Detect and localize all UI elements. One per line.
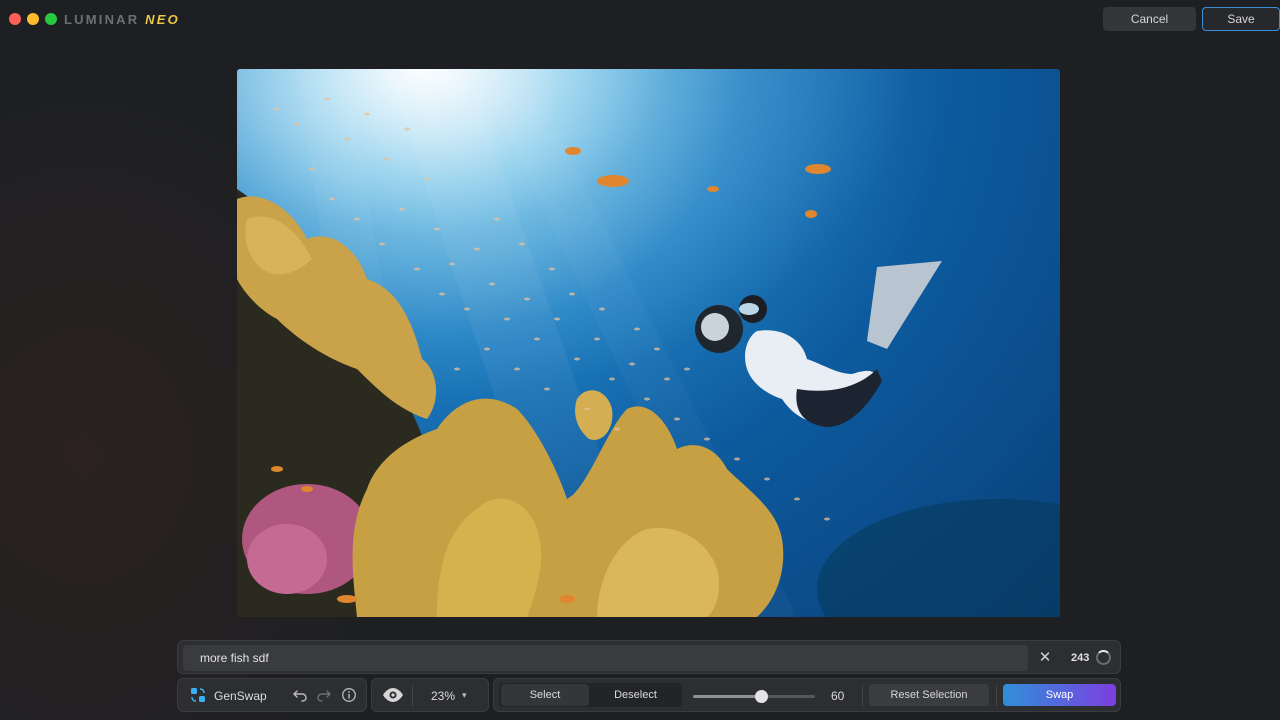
window-zoom-button[interactable] xyxy=(45,13,57,25)
redo-icon[interactable] xyxy=(316,687,332,703)
app-logo: LUMINAR NEO xyxy=(64,12,180,27)
divider xyxy=(862,685,863,707)
close-icon[interactable]: ✕ xyxy=(1036,649,1054,667)
remaining-count: 243 xyxy=(1071,652,1090,664)
eye-icon[interactable] xyxy=(382,687,404,703)
select-button[interactable]: Select xyxy=(501,684,589,706)
logo-text: LUMINAR xyxy=(64,12,140,27)
tool-panel: GenSwap xyxy=(177,678,367,712)
undo-icon[interactable] xyxy=(292,687,308,703)
title-bar: LUMINAR NEO Cancel Save xyxy=(0,0,1280,40)
info-icon[interactable] xyxy=(341,687,357,703)
underwater-scene xyxy=(237,69,1060,617)
photo-canvas[interactable] xyxy=(237,69,1060,617)
deselect-button[interactable]: Deselect xyxy=(591,683,680,707)
slider-handle[interactable] xyxy=(754,690,768,703)
loading-spinner-icon xyxy=(1096,650,1111,665)
brush-size-value: 60 xyxy=(831,689,845,703)
zoom-level[interactable]: 23% xyxy=(431,689,455,703)
logo-accent-text: NEO xyxy=(145,12,180,27)
window-minimize-button[interactable] xyxy=(27,13,39,25)
divider xyxy=(996,685,997,707)
reset-selection-button[interactable]: Reset Selection xyxy=(869,684,989,706)
divider xyxy=(412,685,413,707)
selection-mode-toggle: Select Deselect xyxy=(499,683,682,707)
prompt-bar: ✕ 243 xyxy=(177,640,1121,674)
prompt-input[interactable] xyxy=(183,645,1028,671)
selection-panel: Select Deselect 60 Reset Selection Swap xyxy=(493,678,1121,712)
chevron-down-icon[interactable]: ▾ xyxy=(462,690,467,701)
slider-fill xyxy=(693,695,762,698)
window-close-button[interactable] xyxy=(9,13,21,25)
save-button[interactable]: Save xyxy=(1202,7,1280,31)
tool-label: GenSwap xyxy=(214,689,267,703)
swap-button[interactable]: Swap xyxy=(1003,684,1116,706)
view-panel: 23% ▾ xyxy=(371,678,489,712)
cancel-button[interactable]: Cancel xyxy=(1103,7,1196,31)
genswap-icon xyxy=(190,687,206,703)
